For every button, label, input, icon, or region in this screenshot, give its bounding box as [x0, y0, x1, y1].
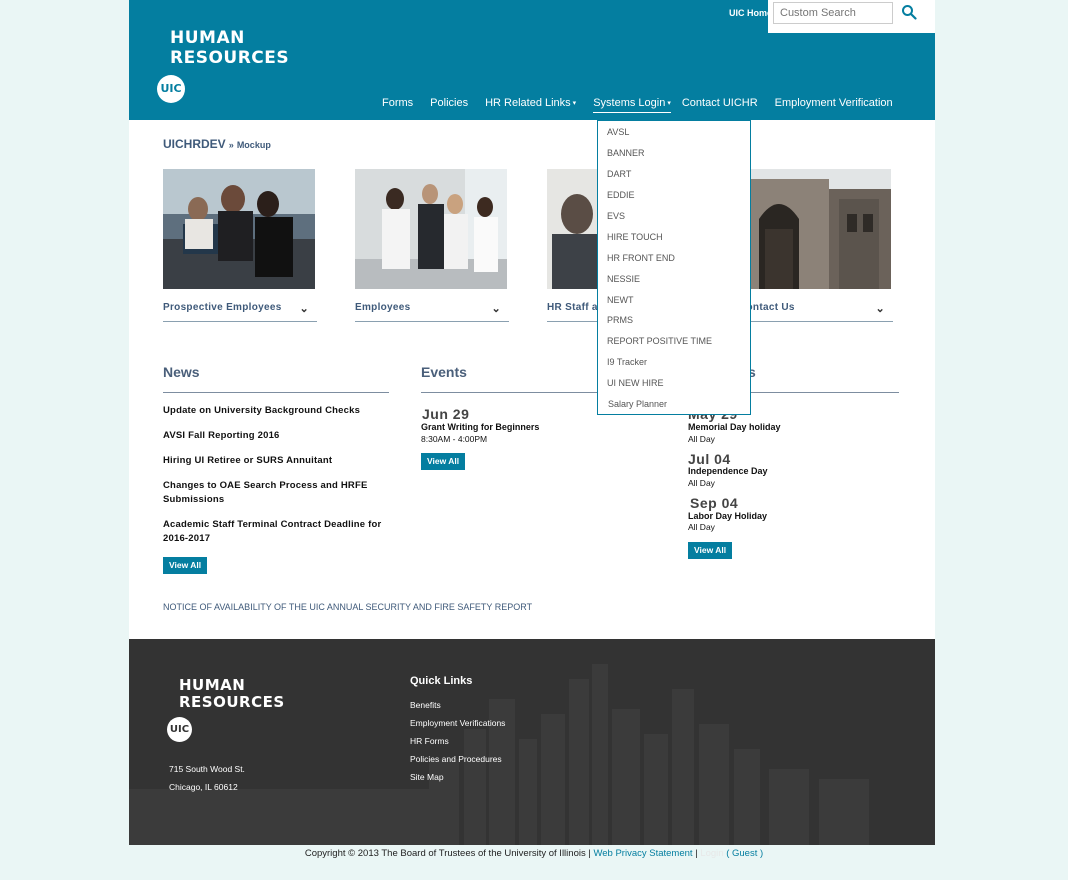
site-header: HUMAN RESOURCES UIC UIC Home Forms Polic…: [129, 0, 935, 120]
chevron-down-icon: ⌄: [491, 303, 501, 315]
office-photo[interactable]: [163, 169, 315, 289]
site-footer: HUMAN RESOURCES UIC 715 South Wood St. C…: [129, 639, 935, 845]
nav-employment-verification[interactable]: Employment Verification: [775, 97, 893, 113]
copyright-separator: |: [695, 848, 698, 859]
hr-logo[interactable]: HUMAN RESOURCES: [170, 28, 289, 68]
holiday-title[interactable]: Labor Day Holiday: [688, 511, 767, 521]
breadcrumb: UICHRDEV » Mockup: [163, 137, 271, 151]
holiday-date: Sep 04: [690, 495, 739, 511]
holiday-time: All Day: [688, 434, 715, 444]
uic-badge-icon[interactable]: UIC: [157, 75, 185, 103]
news-item[interactable]: Changes to OAE Search Process and HRFE S…: [163, 479, 383, 507]
dropdown-item-report-positive-time[interactable]: REPORT POSITIVE TIME: [607, 336, 712, 346]
nav-systems-login[interactable]: Systems Login ▾: [593, 97, 671, 113]
event-date: Jun 29: [422, 406, 470, 422]
news-heading: News: [163, 364, 200, 380]
logo-line2: RESOURCES: [179, 693, 285, 711]
holidays-divider: [729, 392, 899, 393]
copyright-text: Copyright © 2013 The Board of Trustees o…: [304, 848, 591, 859]
building-photo[interactable]: [739, 169, 891, 289]
holiday-date: Jul 04: [688, 451, 731, 467]
chevron-down-icon: ⌄: [875, 303, 885, 315]
events-divider: [421, 392, 599, 393]
tile-employees[interactable]: Employees ⌄: [355, 169, 511, 322]
holiday-title[interactable]: Independence Day: [688, 466, 768, 476]
tile-label[interactable]: Employees ⌄: [355, 302, 509, 322]
quick-links-heading: Quick Links: [410, 675, 473, 687]
nav-forms[interactable]: Forms: [382, 97, 413, 113]
dropdown-item-nessie[interactable]: NESSIE: [607, 274, 640, 284]
news-item[interactable]: AVSI Fall Reporting 2016: [163, 429, 383, 443]
caret-down-icon: ▾: [667, 100, 671, 108]
privacy-statement-link[interactable]: Web Privacy Statement: [593, 848, 692, 859]
quick-link-employment-verifications[interactable]: Employment Verifications: [410, 718, 505, 728]
events-heading: Events: [421, 364, 467, 380]
event-title[interactable]: Grant Writing for Beginners: [421, 422, 539, 432]
skyline-graphic: [129, 664, 869, 845]
event-time: 8:30AM - 4:00PM: [421, 434, 488, 444]
uic-home-link[interactable]: UIC Home: [729, 8, 772, 18]
dropdown-item-i9-tracker[interactable]: I9 Tracker: [607, 357, 647, 367]
holiday-title[interactable]: Memorial Day holiday: [688, 422, 781, 432]
footer-uic-badge-icon[interactable]: UIC: [167, 717, 192, 742]
security-report-link[interactable]: NOTICE OF AVAILABILITY OF THE UIC ANNUAL…: [163, 602, 532, 612]
dropdown-item-evs[interactable]: EVS: [607, 211, 625, 221]
search-icon: [902, 5, 917, 20]
breadcrumb-current: Mockup: [236, 140, 271, 150]
chevron-down-icon: ⌄: [299, 303, 309, 315]
news-item[interactable]: Academic Staff Terminal Contract Deadlin…: [163, 518, 383, 546]
tile-prospective-employees[interactable]: Prospective Employees ⌄: [163, 169, 319, 322]
tile-label[interactable]: Prospective Employees ⌄: [163, 302, 317, 322]
copyright-bar: Copyright © 2013 The Board of Trustees o…: [0, 848, 1068, 859]
news-item[interactable]: Hiring UI Retiree or SURS Annuitant: [163, 454, 383, 468]
dropdown-item-ui-new-hire[interactable]: UI NEW HIRE: [607, 378, 664, 388]
dropdown-item-hr-front-end[interactable]: HR FRONT END: [607, 253, 675, 263]
quick-link-hr-forms[interactable]: HR Forms: [410, 736, 449, 746]
tile-label[interactable]: Contact Us ⌄: [739, 302, 893, 322]
quick-link-benefits[interactable]: Benefits: [410, 700, 441, 710]
dropdown-item-eddie[interactable]: EDDIE: [607, 190, 635, 200]
page: HUMAN RESOURCES UIC UIC Home Forms Polic…: [129, 0, 935, 845]
quick-link-policies-procedures[interactable]: Policies and Procedures: [410, 754, 502, 764]
dropdown-item-newt[interactable]: NEWT: [607, 295, 634, 305]
systems-login-dropdown: AVSL BANNER DART EDDIE EVS HIRE TOUCH HR…: [597, 120, 751, 415]
main-nav: Forms Policies HR Related Links ▾ Systems…: [377, 97, 898, 113]
dropdown-item-banner[interactable]: BANNER: [607, 148, 645, 158]
logo-line1: HUMAN: [179, 676, 246, 694]
doctors-photo[interactable]: [355, 169, 507, 289]
holiday-time: All Day: [688, 478, 715, 488]
search-button[interactable]: [900, 4, 918, 22]
guest-status: ( Guest ): [726, 848, 764, 859]
quick-link-site-map[interactable]: Site Map: [410, 772, 444, 782]
holiday-time: All Day: [688, 522, 715, 532]
caret-down-icon: ▾: [572, 100, 577, 108]
dropdown-item-salary-planner[interactable]: Salary Planner: [608, 399, 667, 409]
dropdown-item-dart[interactable]: DART: [607, 169, 631, 179]
nav-contact-uichr[interactable]: Contact UICHR: [682, 97, 758, 113]
nav-policies[interactable]: Policies: [430, 97, 468, 113]
news-view-all-button[interactable]: View All: [163, 557, 208, 574]
tile-contact-us[interactable]: Contact Us ⌄: [739, 169, 895, 322]
events-view-all-button[interactable]: View All: [421, 453, 466, 470]
breadcrumb-separator: »: [228, 140, 234, 150]
news-divider: [163, 392, 389, 393]
login-link[interactable]: Login: [700, 848, 723, 859]
holidays-view-all-button[interactable]: View All: [688, 542, 733, 559]
logo-line1: HUMAN: [170, 28, 245, 48]
dropdown-item-avsl[interactable]: AVSL: [607, 127, 629, 137]
breadcrumb-home[interactable]: UICHRDEV: [163, 137, 226, 151]
nav-hr-related-links[interactable]: HR Related Links ▾: [485, 97, 576, 113]
dropdown-item-hire-touch[interactable]: HIRE TOUCH: [607, 232, 663, 242]
dropdown-item-prms[interactable]: PRMS: [607, 315, 633, 325]
footer-hr-logo[interactable]: HUMAN RESOURCES: [179, 677, 285, 711]
logo-line2: RESOURCES: [170, 48, 290, 68]
news-item[interactable]: Update on University Background Checks: [163, 404, 383, 418]
search-box: [768, 0, 935, 33]
search-input[interactable]: [773, 2, 893, 24]
address-line2: Chicago, IL 60612: [169, 782, 238, 792]
address-line1: 715 South Wood St.: [169, 764, 245, 774]
